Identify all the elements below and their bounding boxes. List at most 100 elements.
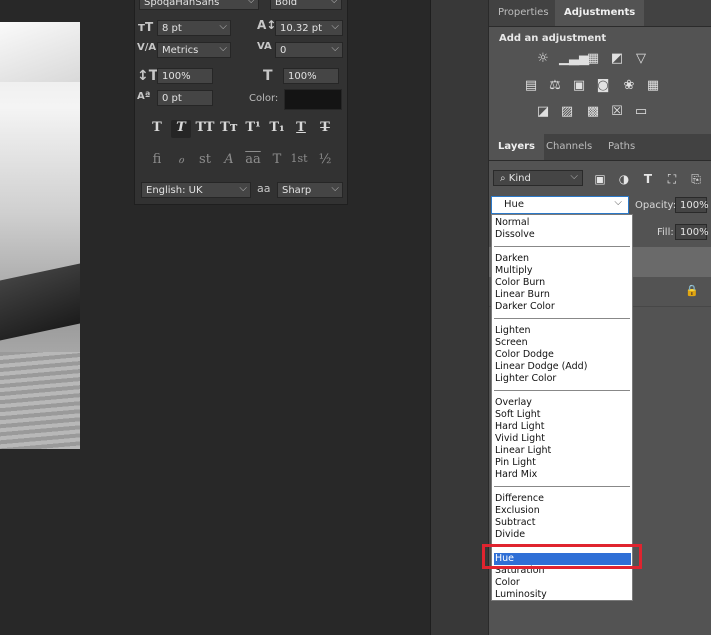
color-lookup-icon[interactable]: ▦ — [645, 78, 661, 94]
blend-mode-option[interactable]: Pin Light — [494, 457, 631, 469]
antialias-icon: aa — [257, 182, 271, 195]
type-layer-filter-icon[interactable]: T — [641, 172, 655, 186]
blend-mode-option[interactable]: Lighter Color — [494, 373, 631, 385]
chevron-down-icon: ⌵ — [570, 171, 578, 182]
kerning-icon: V/A — [137, 42, 157, 53]
font-style-select[interactable]: Bold — [270, 0, 342, 10]
underline-button[interactable]: T — [291, 120, 311, 138]
blend-mode-list[interactable]: Normal Dissolve Darken Multiply Color Burn Li… — [491, 214, 633, 601]
blend-mode-option[interactable]: Exclusion — [494, 505, 631, 517]
search-icon: ⌕ — [500, 173, 509, 184]
blend-mode-option[interactable]: Luminosity — [494, 589, 631, 600]
blend-mode-separator — [494, 486, 630, 487]
blend-mode-option[interactable]: Linear Burn — [494, 289, 631, 301]
black-white-icon[interactable]: ▣ — [571, 78, 587, 94]
blend-mode-option[interactable]: Darker Color — [494, 301, 631, 313]
blend-mode-option[interactable]: Subtract — [494, 517, 631, 529]
vertical-scale-field[interactable]: 100% — [157, 68, 213, 84]
subscript-button[interactable]: T₁ — [267, 120, 287, 138]
layers-tabbar: Layers Channels Paths — [489, 134, 711, 161]
selective-color-icon[interactable]: ☒ — [609, 104, 625, 120]
font-family-select[interactable]: SpoqaHanSans — [139, 0, 259, 10]
color-balance-icon[interactable]: ⚖ — [547, 78, 563, 94]
layer-filter-kind-select[interactable]: ⌕ Kind ⌵ — [493, 170, 583, 186]
brightness-contrast-icon[interactable]: ☼ — [535, 51, 551, 67]
blend-mode-option[interactable]: Lighten — [494, 325, 631, 337]
swash-button[interactable]: A — [219, 152, 239, 170]
invert-icon[interactable]: ◪ — [535, 104, 551, 120]
levels-icon[interactable]: ▁▃▅ — [559, 51, 589, 67]
blend-mode-option[interactable]: Hard Mix — [494, 469, 631, 481]
blend-mode-separator — [494, 318, 630, 319]
blend-mode-option[interactable]: Darken — [494, 253, 631, 265]
faux-italic-button[interactable]: T — [171, 120, 191, 138]
horizontal-scale-field[interactable]: 100% — [283, 68, 339, 84]
stylistic-alternates-button[interactable]: aa — [243, 152, 263, 170]
baseline-shift-field[interactable]: 0 pt — [157, 90, 213, 106]
smart-object-filter-icon[interactable]: ⎘ — [689, 172, 703, 186]
blend-mode-option[interactable]: Normal — [494, 217, 631, 229]
kerning-select[interactable]: Metrics — [157, 41, 231, 58]
superscript-button[interactable]: T¹ — [243, 120, 263, 138]
ligatures-button[interactable]: ﬁ — [147, 152, 167, 170]
blend-mode-option[interactable]: Dissolve — [494, 229, 631, 241]
blend-mode-option[interactable]: Vivid Light — [494, 433, 631, 445]
blend-mode-option[interactable]: Screen — [494, 337, 631, 349]
baseline-shift-icon: Aª — [137, 91, 151, 102]
blend-mode-select[interactable]: Hue — [491, 195, 629, 214]
blend-mode-option[interactable]: Overlay — [494, 397, 631, 409]
exposure-icon[interactable]: ◩ — [609, 51, 625, 67]
fill-field[interactable]: 100% — [675, 224, 709, 240]
leading-field[interactable]: 10.32 pt — [275, 19, 343, 36]
ordinals-button[interactable]: 1st — [289, 152, 309, 170]
text-color-swatch[interactable] — [284, 89, 342, 110]
tab-channels[interactable]: Channels — [537, 134, 601, 160]
hue-saturation-icon[interactable]: ▤ — [523, 78, 539, 94]
strikethrough-button[interactable]: T — [315, 120, 335, 138]
tab-layers[interactable]: Layers — [489, 134, 544, 160]
channel-mixer-icon[interactable]: ❀ — [621, 78, 637, 94]
blend-mode-option[interactable]: Hard Light — [494, 421, 631, 433]
photo-filter-icon[interactable]: ◙ — [595, 78, 611, 94]
small-caps-button[interactable]: Tт — [219, 120, 239, 138]
titling-alternates-button[interactable]: T — [267, 152, 287, 170]
horizontal-scale-icon: T — [263, 68, 273, 84]
faux-bold-button[interactable]: T — [147, 120, 167, 138]
old-style-button[interactable]: ℴ — [171, 152, 191, 170]
blend-mode-option[interactable]: Soft Light — [494, 409, 631, 421]
blend-mode-option[interactable]: Linear Dodge (Add) — [494, 361, 631, 373]
character-panel: SpoqaHanSans Bold ᴛT 8 pt A↕ 10.32 pt V/… — [134, 0, 348, 205]
blend-mode-option[interactable]: Difference — [494, 493, 631, 505]
discretionary-ligatures-button[interactable]: st — [195, 152, 215, 170]
tab-adjustments[interactable]: Adjustments — [555, 0, 645, 26]
shape-layer-filter-icon[interactable]: ⛶ — [665, 172, 679, 186]
gradient-map-icon[interactable]: ▭ — [633, 104, 649, 120]
blend-mode-option[interactable]: Color Dodge — [494, 349, 631, 361]
font-size-field[interactable]: 8 pt — [157, 19, 231, 36]
fill-label: Fill: — [657, 227, 674, 238]
language-select[interactable]: English: UK — [141, 181, 251, 198]
blend-mode-option[interactable]: Divide — [494, 529, 631, 541]
all-caps-button[interactable]: TT — [195, 120, 215, 138]
blend-mode-option[interactable]: Multiply — [494, 265, 631, 277]
fractions-button[interactable]: ½ — [315, 152, 335, 170]
threshold-icon[interactable]: ▩ — [585, 104, 601, 120]
adjustment-layer-filter-icon[interactable]: ◑ — [617, 172, 631, 186]
opacity-label: Opacity: — [635, 200, 677, 211]
blend-mode-option[interactable]: Linear Light — [494, 445, 631, 457]
curves-icon[interactable]: ▦ — [585, 51, 601, 67]
tab-properties[interactable]: Properties — [489, 0, 558, 26]
vertical-scale-icon: ↕T — [137, 68, 159, 84]
vibrance-icon[interactable]: ▽ — [633, 51, 649, 67]
opacity-field[interactable]: 100% — [675, 197, 709, 213]
posterize-icon[interactable]: ▨ — [559, 104, 575, 120]
blend-mode-option[interactable]: Color Burn — [494, 277, 631, 289]
tracking-select[interactable]: 0 — [275, 41, 343, 58]
tab-paths[interactable]: Paths — [599, 134, 644, 160]
document-image — [0, 22, 80, 449]
color-label: Color: — [249, 93, 279, 104]
antialias-select[interactable]: Sharp — [277, 181, 343, 198]
pixel-layer-filter-icon[interactable]: ▣ — [593, 172, 607, 186]
blend-mode-option[interactable]: Color — [494, 577, 631, 589]
tracking-icon: VA — [257, 41, 272, 52]
